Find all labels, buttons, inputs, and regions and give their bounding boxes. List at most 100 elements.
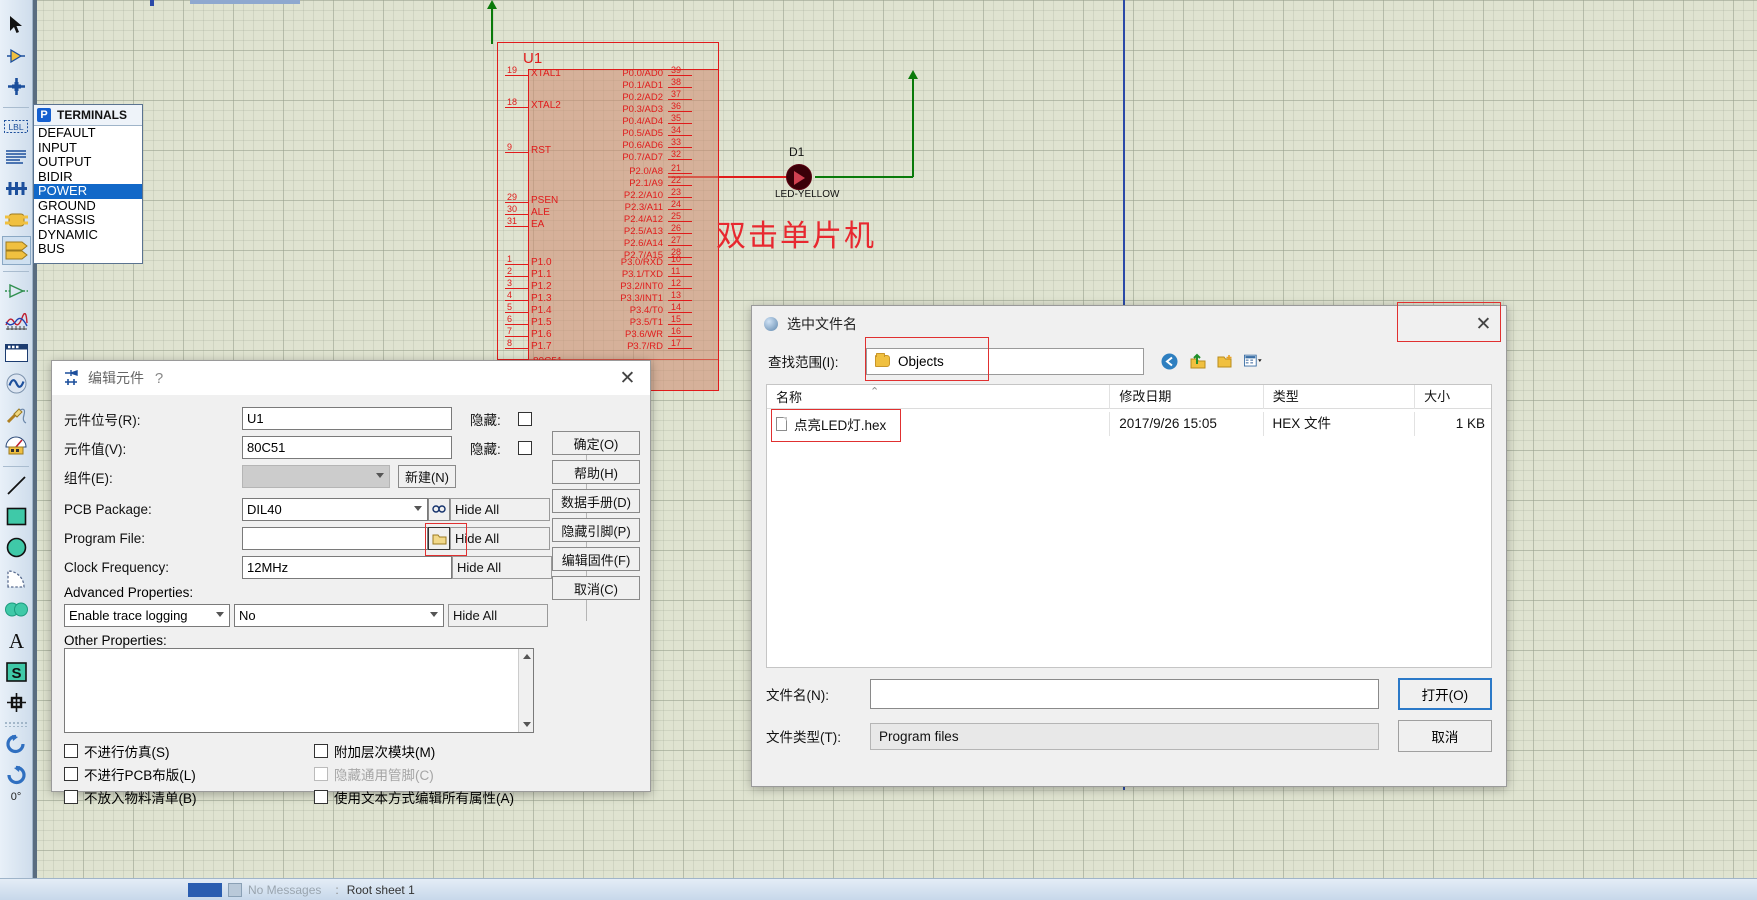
up-one-level-icon[interactable] bbox=[1188, 352, 1207, 370]
voltage-probe-icon[interactable] bbox=[2, 400, 31, 429]
file-open-dialog[interactable]: 选中文件名 ✕ 查找范围(I): Objects 名称 ⌃ 修改日期 类型 大小… bbox=[751, 302, 1507, 787]
column-header[interactable]: 大小 bbox=[1414, 384, 1491, 409]
element-select[interactable] bbox=[242, 465, 390, 488]
file-cancel-button[interactable]: 取消 bbox=[1397, 720, 1492, 752]
other-properties-scrollbar[interactable] bbox=[518, 649, 533, 732]
advanced-hide-select[interactable]: Hide All bbox=[448, 604, 548, 627]
ok-button[interactable]: 确定(O) bbox=[552, 431, 640, 455]
ref-input[interactable]: U1 bbox=[242, 407, 452, 430]
terminals-list[interactable]: DEFAULT INPUT OUTPUT BIDIR POWER GROUND CHASSI… bbox=[34, 125, 142, 257]
checkbox-row[interactable]: 附加层次模块(M) bbox=[314, 741, 564, 761]
terminals-panel[interactable]: P TERMINALS DEFAULT INPUT OUTPUT BIDIR POWER… bbox=[33, 104, 143, 264]
hide-pins-button[interactable]: 隐藏引脚(P) bbox=[552, 518, 640, 542]
terminal-item-power[interactable]: POWER bbox=[34, 183, 142, 199]
pcb-browse-icon[interactable] bbox=[428, 498, 450, 521]
file-name-cell[interactable]: 点亮LED灯.hex bbox=[767, 414, 1109, 434]
text-script-icon[interactable] bbox=[2, 143, 31, 172]
graph-mode-icon[interactable] bbox=[2, 307, 31, 336]
views-icon[interactable] bbox=[1244, 352, 1263, 370]
terminal-item-output[interactable]: OUTPUT bbox=[34, 154, 142, 170]
column-header[interactable]: 修改日期 bbox=[1109, 384, 1262, 409]
column-header[interactable]: 类型 bbox=[1262, 384, 1414, 409]
checkbox-row[interactable]: 不进行PCB布版(L) bbox=[64, 764, 314, 784]
text-tool-icon[interactable]: A bbox=[2, 626, 31, 655]
path-tool-icon[interactable] bbox=[2, 595, 31, 624]
open-button[interactable]: 打开(O) bbox=[1397, 678, 1492, 710]
mcu-component-u1[interactable]: U1 80C51 19XTAL118XTAL29RST29PSEN30ALE31… bbox=[497, 42, 719, 391]
scroll-down-icon[interactable] bbox=[523, 722, 531, 727]
program-file-input[interactable] bbox=[242, 527, 428, 550]
junction-dot-icon[interactable] bbox=[2, 72, 31, 101]
cancel-button[interactable]: 取消(C) bbox=[552, 576, 640, 600]
rotate-anticlockwise-icon[interactable] bbox=[2, 760, 31, 789]
clock-frequency-input[interactable]: 12MHz bbox=[242, 556, 452, 579]
checkbox[interactable] bbox=[64, 744, 78, 758]
tape-recorder-icon[interactable] bbox=[2, 338, 31, 367]
terminal-item-ground[interactable]: GROUND bbox=[34, 198, 142, 214]
marker-tool-icon[interactable] bbox=[2, 688, 31, 717]
file-dialog-titlebar[interactable]: 选中文件名 ✕ bbox=[752, 306, 1506, 342]
file-list-item[interactable]: 点亮LED灯.hex 2017/9/26 15:05 HEX 文件 1 KB bbox=[767, 409, 1491, 439]
value-hidden-checkbox[interactable] bbox=[518, 440, 532, 455]
terminal-item-bidir[interactable]: BIDIR bbox=[34, 169, 142, 185]
pcb-hide-select[interactable]: Hide All bbox=[450, 498, 550, 521]
other-properties-textarea[interactable] bbox=[64, 648, 534, 733]
terminal-item-bus[interactable]: BUS bbox=[34, 241, 142, 257]
value-input[interactable]: 80C51 bbox=[242, 436, 452, 459]
selection-mode-icon[interactable] bbox=[2, 10, 31, 39]
symbol-tool-icon[interactable]: S bbox=[2, 657, 31, 686]
filetype-select[interactable]: Program files bbox=[870, 722, 1379, 750]
program-hide-select[interactable]: Hide All bbox=[450, 527, 550, 550]
circle-tool-icon[interactable] bbox=[2, 533, 31, 562]
checkbox[interactable] bbox=[314, 790, 328, 804]
subcircuit-icon[interactable] bbox=[2, 205, 31, 234]
arc-tool-icon[interactable] bbox=[2, 564, 31, 593]
datasheet-button[interactable]: 数据手册(D) bbox=[552, 489, 640, 513]
terminal-item-input[interactable]: INPUT bbox=[34, 140, 142, 156]
checkbox[interactable] bbox=[64, 790, 78, 804]
bus-mode-icon[interactable] bbox=[2, 174, 31, 203]
back-icon[interactable] bbox=[1160, 352, 1179, 370]
edit-dialog-titlebar[interactable]: 编辑元件 ? ✕ bbox=[52, 361, 650, 395]
help-button[interactable]: 帮助(H) bbox=[552, 460, 640, 484]
virtual-instrument-icon[interactable] bbox=[2, 431, 31, 460]
terminal-item-chassis[interactable]: CHASSIS bbox=[34, 212, 142, 228]
checkbox[interactable] bbox=[64, 767, 78, 781]
ref-hidden-checkbox[interactable] bbox=[518, 411, 532, 426]
checkbox-row[interactable]: 隐藏通用管脚(C) bbox=[314, 764, 564, 784]
advanced-key-select[interactable]: Enable trace logging bbox=[64, 604, 230, 627]
file-list[interactable]: 名称 ⌃ 修改日期 类型 大小 点亮LED灯.hex 2017/9/26 15:05 HEX… bbox=[766, 384, 1492, 668]
pcb-select[interactable]: DIL40 bbox=[242, 498, 428, 521]
checkbox[interactable] bbox=[314, 767, 328, 781]
edit-dialog-help-icon[interactable]: ? bbox=[144, 370, 174, 387]
file-list-rows[interactable]: 点亮LED灯.hex 2017/9/26 15:05 HEX 文件 1 KB bbox=[767, 409, 1491, 439]
device-pin-icon[interactable] bbox=[2, 276, 31, 305]
generator-mode-icon[interactable] bbox=[2, 369, 31, 398]
terminal-item-default[interactable]: DEFAULT bbox=[34, 125, 142, 141]
filename-input[interactable] bbox=[870, 679, 1379, 709]
clock-hide-select[interactable]: Hide All bbox=[452, 556, 552, 579]
column-header[interactable]: 名称 ⌃ bbox=[767, 386, 1109, 406]
edit-component-dialog[interactable]: 编辑元件 ? ✕ 元件位号(R): U1 隐藏: 元件值(V): 80C51 隐… bbox=[51, 360, 651, 806]
edit-dialog-close-icon[interactable]: ✕ bbox=[605, 361, 650, 395]
component-mode-icon[interactable] bbox=[2, 41, 31, 70]
lookin-select[interactable]: Objects bbox=[866, 347, 1144, 375]
checkbox-row[interactable]: 使用文本方式编辑所有属性(A) bbox=[314, 787, 564, 807]
edit-firmware-button[interactable]: 编辑固件(F) bbox=[552, 547, 640, 571]
led-component-d1[interactable] bbox=[786, 164, 812, 190]
rotate-clockwise-icon[interactable] bbox=[2, 729, 31, 758]
checkbox[interactable] bbox=[314, 744, 328, 758]
line-tool-icon[interactable] bbox=[2, 471, 31, 500]
wire-label-icon[interactable]: LBL bbox=[2, 112, 31, 141]
terminal-item-dynamic[interactable]: DYNAMIC bbox=[34, 227, 142, 243]
terminals-mode-icon[interactable] bbox=[1, 236, 31, 265]
file-dialog-close-icon[interactable]: ✕ bbox=[1461, 307, 1506, 341]
advanced-value-select[interactable]: No bbox=[234, 604, 444, 627]
scroll-up-icon[interactable] bbox=[523, 654, 531, 659]
new-element-button[interactable]: 新建(N) bbox=[398, 465, 456, 488]
program-browse-folder-icon[interactable] bbox=[428, 527, 450, 550]
box-tool-icon[interactable] bbox=[2, 502, 31, 531]
checkbox-row[interactable]: 不放入物料清单(B) bbox=[64, 787, 314, 807]
checkbox-row[interactable]: 不进行仿真(S) bbox=[64, 741, 314, 761]
new-folder-icon[interactable] bbox=[1216, 352, 1235, 370]
